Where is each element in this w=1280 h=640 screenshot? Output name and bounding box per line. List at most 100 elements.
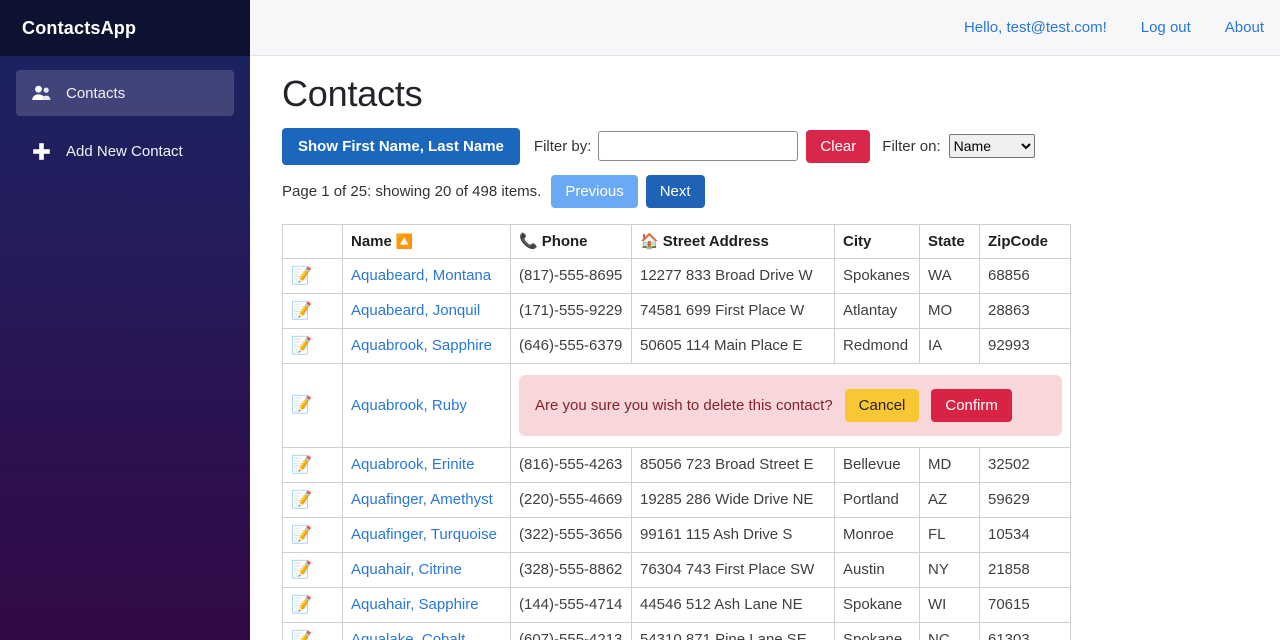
column-header-name[interactable]: Name🔼 [343, 224, 511, 258]
sidebar-item-add-new-contact[interactable]: Add New Contact [16, 128, 234, 174]
delete-confirm-message: Are you sure you wish to delete this con… [535, 397, 833, 414]
name-cell: Aquafinger, Amethyst [343, 482, 511, 517]
phone-cell: (322)-555-3656 [511, 517, 632, 552]
column-header-street-address[interactable]: 🏠Street Address [632, 224, 835, 258]
state-cell: FL [920, 517, 980, 552]
pagination-status: Page 1 of 25: showing 20 of 498 items. [282, 183, 541, 200]
memo-edit-icon[interactable]: 📝 [291, 526, 312, 543]
filter-on-select[interactable]: Name [949, 134, 1035, 158]
contact-name-link[interactable]: Aquabeard, Jonquil [351, 302, 480, 319]
previous-page-button[interactable]: Previous [551, 175, 637, 208]
cancel-delete-button[interactable]: Cancel [845, 389, 920, 422]
city-cell: Spokane [835, 587, 920, 622]
name-cell: Aqualake, Cobalt [343, 622, 511, 640]
phone-cell: (646)-555-6379 [511, 328, 632, 363]
table-row: 📝 Aquabrook, Erinite (816)-555-4263 8505… [283, 447, 1071, 482]
edit-cell: 📝 [283, 363, 343, 447]
name-cell: Aquahair, Citrine [343, 552, 511, 587]
table-row: 📝 Aquafinger, Turquoise (322)-555-3656 9… [283, 517, 1071, 552]
memo-edit-icon[interactable]: 📝 [291, 561, 312, 578]
memo-edit-icon[interactable]: 📝 [291, 267, 312, 284]
greeting-link[interactable]: Hello, test@test.com! [964, 19, 1107, 36]
memo-edit-icon[interactable]: 📝 [291, 337, 312, 354]
street-cell: 44546 512 Ash Lane NE [632, 587, 835, 622]
table-row: 📝 Aquabeard, Jonquil (171)-555-9229 7458… [283, 293, 1071, 328]
state-cell: MO [920, 293, 980, 328]
memo-edit-icon[interactable]: 📝 [291, 456, 312, 473]
content: Contacts Show First Name, Last Name Filt… [250, 56, 1280, 640]
sidebar-item-contacts[interactable]: Contacts [16, 70, 234, 116]
contact-name-link[interactable]: Aquabrook, Sapphire [351, 337, 492, 354]
contact-name-link[interactable]: Aquahair, Citrine [351, 561, 462, 578]
memo-edit-icon[interactable]: 📝 [291, 596, 312, 613]
contact-name-link[interactable]: Aquafinger, Amethyst [351, 491, 493, 508]
telephone-icon: 📞 [519, 233, 538, 250]
column-header-name-label: Name [351, 233, 392, 250]
sort-ascending-icon[interactable]: 🔼 [396, 233, 413, 249]
app-brand: ContactsApp [0, 0, 250, 56]
page-title: Contacts [282, 74, 1280, 114]
phone-cell: (817)-555-8695 [511, 258, 632, 293]
contact-name-link[interactable]: Aquabeard, Montana [351, 267, 491, 284]
plus-icon [30, 142, 52, 161]
table-row: 📝 Aqualake, Cobalt (607)-555-4213 54310 … [283, 622, 1071, 640]
contact-name-link[interactable]: Aquabrook, Ruby [351, 397, 467, 414]
contact-name-link[interactable]: Aquahair, Sapphire [351, 596, 479, 613]
city-cell: Spokane [835, 622, 920, 640]
state-cell: AZ [920, 482, 980, 517]
city-cell: Austin [835, 552, 920, 587]
edit-cell: 📝 [283, 447, 343, 482]
memo-edit-icon[interactable]: 📝 [291, 302, 312, 319]
name-cell: Aquabrook, Sapphire [343, 328, 511, 363]
clear-button[interactable]: Clear [806, 130, 870, 163]
house-icon: 🏠 [640, 233, 659, 250]
column-header-state[interactable]: State [920, 224, 980, 258]
phone-cell: (220)-555-4669 [511, 482, 632, 517]
logout-link[interactable]: Log out [1141, 19, 1191, 36]
show-first-last-name-button[interactable]: Show First Name, Last Name [282, 128, 520, 165]
state-cell: WI [920, 587, 980, 622]
memo-edit-icon[interactable]: 📝 [291, 491, 312, 508]
about-link[interactable]: About [1225, 19, 1264, 36]
pagination: Page 1 of 25: showing 20 of 498 items. P… [282, 175, 1280, 208]
memo-edit-icon[interactable]: 📝 [291, 631, 312, 640]
edit-cell: 📝 [283, 552, 343, 587]
phone-cell: (144)-555-4714 [511, 587, 632, 622]
edit-cell: 📝 [283, 517, 343, 552]
street-cell: 54310 871 Pine Lane SE [632, 622, 835, 640]
phone-cell: (328)-555-8862 [511, 552, 632, 587]
name-cell: Aquahair, Sapphire [343, 587, 511, 622]
sidebar-nav: Contacts Add New Contact [0, 56, 250, 174]
delete-confirm-box: Are you sure you wish to delete this con… [519, 375, 1062, 436]
contact-name-link[interactable]: Aquafinger, Turquoise [351, 526, 497, 543]
street-cell: 12277 833 Broad Drive W [632, 258, 835, 293]
people-icon [30, 85, 52, 101]
city-cell: Spokanes [835, 258, 920, 293]
edit-cell: 📝 [283, 328, 343, 363]
confirm-delete-button[interactable]: Confirm [931, 389, 1012, 422]
zip-cell: 68856 [980, 258, 1071, 293]
table-row: 📝 Aquabrook, Sapphire (646)-555-6379 506… [283, 328, 1071, 363]
zip-cell: 28863 [980, 293, 1071, 328]
column-header-phone-label: Phone [542, 233, 588, 250]
street-cell: 74581 699 First Place W [632, 293, 835, 328]
column-header-zipcode[interactable]: ZipCode [980, 224, 1071, 258]
contact-name-link[interactable]: Aquabrook, Erinite [351, 456, 474, 473]
name-cell: Aquabrook, Erinite [343, 447, 511, 482]
memo-edit-icon[interactable]: 📝 [291, 396, 312, 413]
column-header-city[interactable]: City [835, 224, 920, 258]
contact-name-link[interactable]: Aqualake, Cobalt [351, 631, 465, 640]
filter-input[interactable] [598, 131, 798, 161]
city-cell: Portland [835, 482, 920, 517]
table-row: 📝 Aquahair, Sapphire (144)-555-4714 4454… [283, 587, 1071, 622]
table-body: 📝 Aquabeard, Montana (817)-555-8695 1227… [283, 258, 1071, 640]
zip-cell: 92993 [980, 328, 1071, 363]
column-header-phone[interactable]: 📞Phone [511, 224, 632, 258]
edit-cell: 📝 [283, 622, 343, 640]
edit-cell: 📝 [283, 258, 343, 293]
street-cell: 85056 723 Broad Street E [632, 447, 835, 482]
name-cell: Aquafinger, Turquoise [343, 517, 511, 552]
next-page-button[interactable]: Next [646, 175, 705, 208]
column-header-street-address-label: Street Address [663, 233, 769, 250]
column-header-actions [283, 224, 343, 258]
